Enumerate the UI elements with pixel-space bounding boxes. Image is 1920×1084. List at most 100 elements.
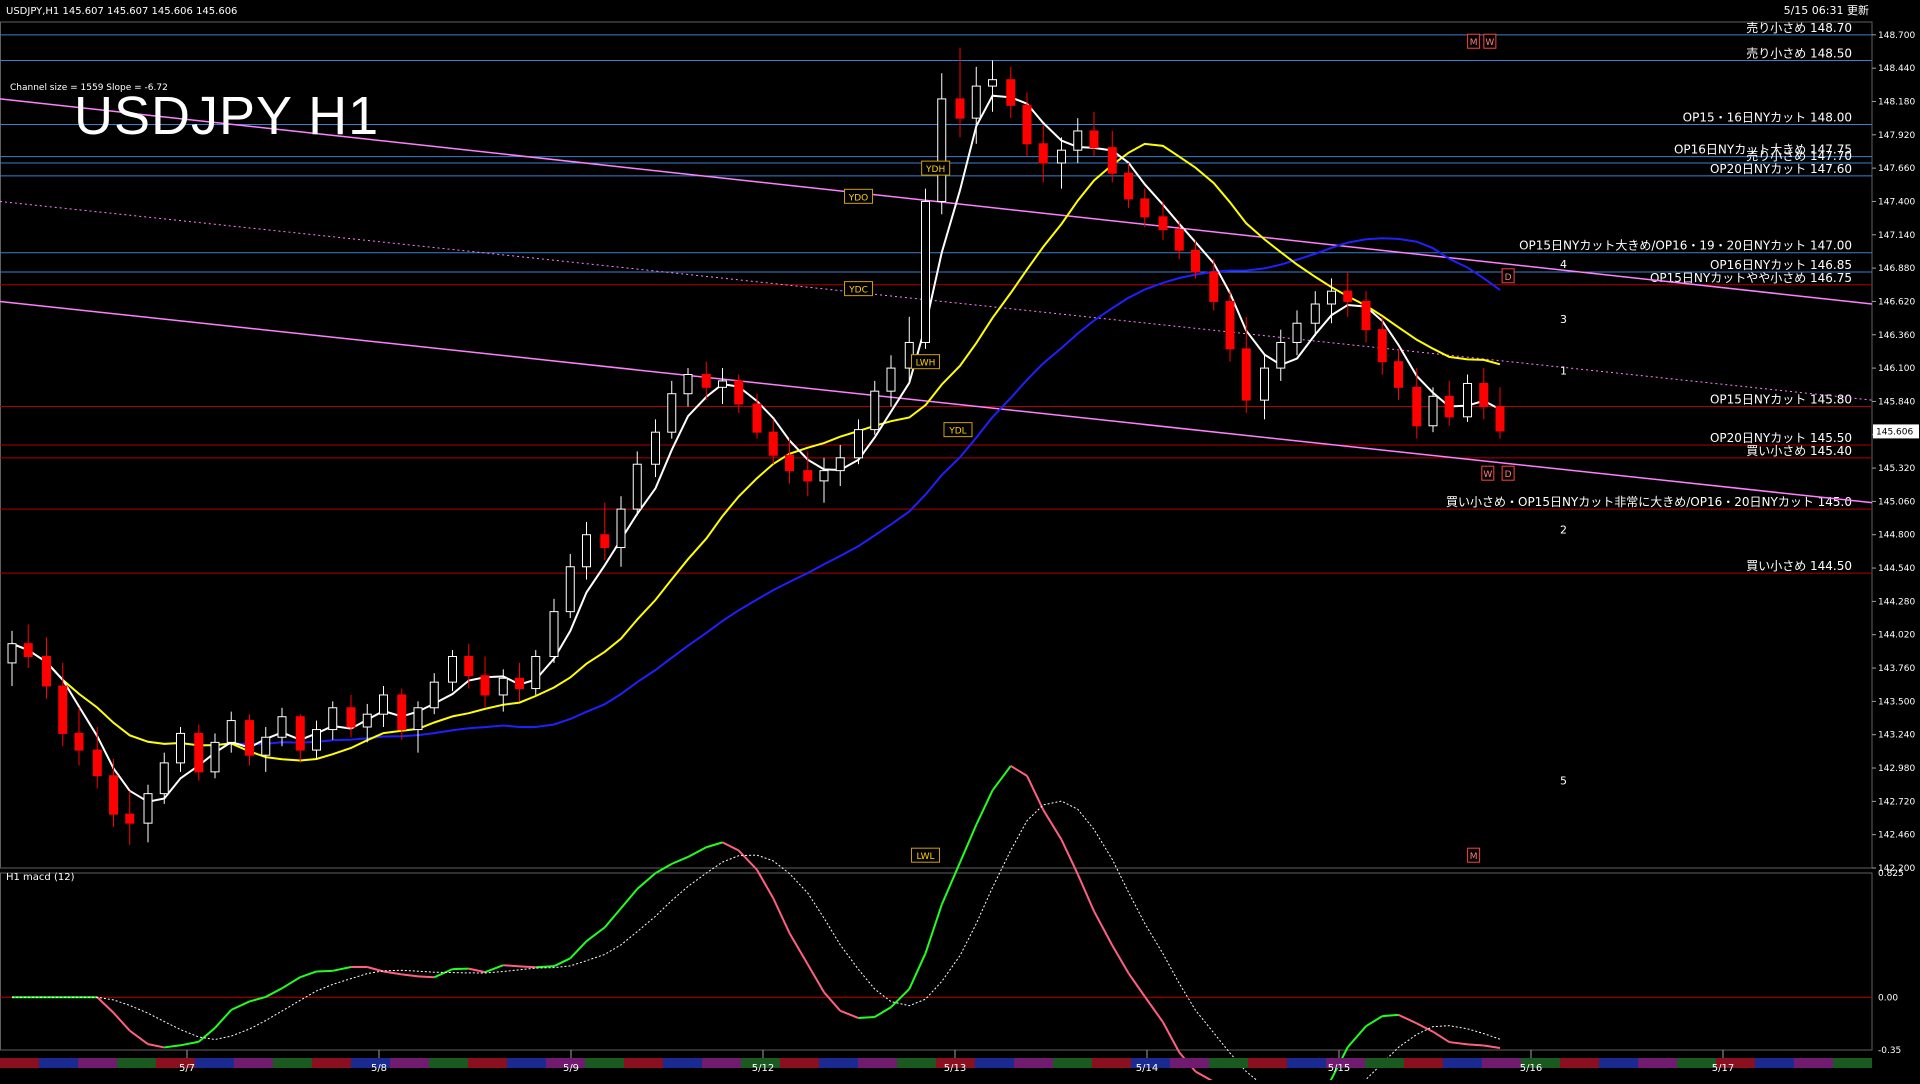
candle-body [684, 375, 692, 394]
candle-body [1023, 105, 1031, 143]
marker-label: W [1485, 38, 1494, 48]
current-price-label: 145.606 [1876, 427, 1913, 437]
candle-body [1344, 291, 1352, 301]
candle-body [262, 737, 270, 755]
session-bar [390, 1058, 429, 1068]
candle-body [1074, 131, 1082, 150]
marker-label: M [1470, 38, 1478, 48]
candle-body [887, 368, 895, 391]
candle-body [1210, 272, 1218, 301]
candle-body [24, 644, 32, 657]
session-bar [585, 1058, 624, 1068]
candle-body [176, 733, 184, 762]
macd-segment [536, 966, 554, 967]
candle-body [1328, 291, 1336, 304]
macd-segment [199, 1028, 215, 1042]
session-bar [1014, 1058, 1053, 1068]
candle-body [75, 733, 83, 750]
macd-segment [266, 988, 282, 997]
candle-body [769, 432, 777, 455]
macd-segment [808, 964, 824, 992]
session-bar [1482, 1058, 1521, 1068]
level-label: 買い小さめ 144.50 [1746, 559, 1852, 573]
macd-segment [706, 842, 722, 847]
channel-lower [0, 301, 1872, 502]
candle-body [246, 721, 254, 756]
macd-segment [723, 842, 739, 850]
candle-body [43, 657, 51, 686]
x-tick-label: 5/7 [179, 1063, 195, 1074]
macd-segment [1433, 1032, 1449, 1042]
session-bar [1404, 1058, 1443, 1068]
y-tick-label: 147.660 [1878, 164, 1915, 174]
candle-body [1191, 250, 1199, 272]
candle-body [938, 99, 946, 202]
macd-segment [909, 953, 925, 989]
macd-segment [402, 974, 418, 976]
y-tick-label: 147.400 [1878, 197, 1915, 207]
marker-label: YDC [848, 286, 868, 296]
candle-body [1141, 199, 1149, 217]
session-bar [429, 1058, 468, 1068]
candle-body [379, 695, 387, 714]
y-tick-label: 144.280 [1878, 597, 1915, 607]
x-tick-label: 5/14 [1136, 1063, 1158, 1074]
candle-body [1394, 362, 1402, 388]
y-tick-label: 146.880 [1878, 264, 1915, 274]
level-label: 買い小さめ・OP15日NYカット非常に大きめ/OP16・20日NYカット 145… [1446, 495, 1852, 509]
y-tick-label: 143.760 [1878, 664, 1915, 674]
wave-label: 1 [1560, 365, 1567, 378]
candle-body [1226, 301, 1234, 348]
candle-body [702, 375, 710, 388]
macd-segment [300, 971, 316, 977]
macd-segment [773, 898, 789, 933]
macd-segment [586, 927, 604, 941]
chart-window[interactable]: 売り小さめ 148.70売り小さめ 148.50OP15・16日NYカット 14… [0, 0, 1920, 1080]
candle-body [126, 814, 134, 823]
marker-label: YDO [848, 193, 869, 203]
session-bar [0, 1058, 39, 1068]
session-bar [1287, 1058, 1326, 1068]
wave-label: 3 [1560, 313, 1567, 326]
session-bar [195, 1058, 234, 1068]
candle-body [1362, 301, 1370, 329]
candle-body [753, 404, 761, 432]
candle-body [481, 676, 489, 695]
x-tick-label: 5/8 [371, 1063, 387, 1074]
candle-body [532, 657, 540, 689]
slow-ma-line [12, 144, 1500, 761]
y-tick-label: 144.540 [1878, 564, 1915, 574]
macd-segment [1094, 911, 1112, 945]
macd-segment [789, 933, 807, 964]
session-bar [1365, 1058, 1404, 1068]
symbol-info: USDJPY,H1 145.607 145.607 145.606 145.60… [6, 6, 237, 17]
session-bar [1638, 1058, 1677, 1068]
y-tick-label: 147.140 [1878, 231, 1915, 241]
session-bar [39, 1058, 78, 1068]
session-bar [858, 1058, 897, 1068]
macd-segment [1398, 1015, 1416, 1024]
macd-segment [976, 790, 992, 824]
candle-body [1007, 80, 1015, 106]
candle-body [668, 394, 676, 432]
long-ma-line [12, 238, 1500, 745]
session-bar [1833, 1058, 1872, 1068]
session-bar [663, 1058, 702, 1068]
price-chart[interactable]: 売り小さめ 148.70売り小さめ 148.50OP15・16日NYカット 14… [0, 0, 1920, 1080]
macd-segment [97, 997, 113, 1012]
macd-segment [485, 965, 503, 972]
x-tick-label: 5/13 [944, 1063, 966, 1074]
candle-body [329, 708, 337, 730]
marker-label: D [1505, 273, 1512, 283]
level-label: 買い小さめ 145.40 [1746, 444, 1852, 458]
level-label: 売り小さめ 148.50 [1746, 45, 1852, 60]
y-tick-label: 147.920 [1878, 131, 1915, 141]
chart-title: USDJPY H1 [74, 86, 379, 146]
session-bar [1599, 1058, 1638, 1068]
macd-segment [130, 1031, 148, 1044]
level-label: OP20日NYカット 147.60 [1710, 162, 1852, 176]
marker-label: YDL [948, 427, 966, 437]
macd-segment [672, 857, 688, 864]
macd-segment [688, 847, 706, 857]
candle-body [363, 714, 371, 727]
